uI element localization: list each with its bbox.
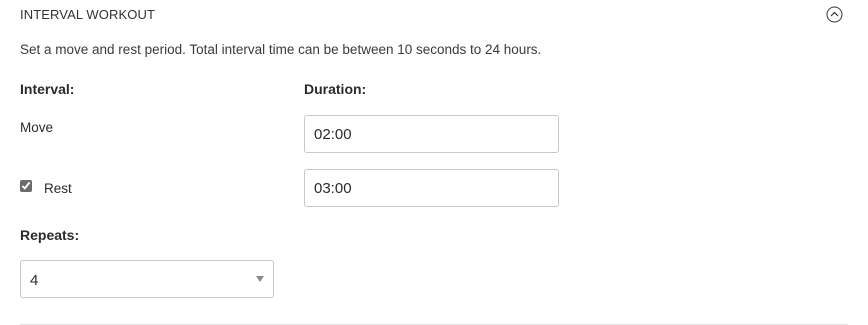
move-label: Move (20, 120, 54, 135)
description-text: Set a move and rest period. Total interv… (20, 42, 542, 57)
repeats-heading: Repeats: (20, 227, 80, 243)
repeats-value: 4 (30, 272, 39, 289)
section-title: INTERVAL WORKOUT (20, 7, 155, 22)
rest-checkbox[interactable] (20, 180, 32, 192)
dropdown-arrow-icon (256, 276, 264, 282)
duration-heading: Duration: (304, 81, 367, 97)
interval-heading: Interval: (20, 81, 75, 97)
rest-duration-input[interactable] (304, 169, 559, 207)
repeats-select[interactable]: 4 (20, 260, 274, 298)
chevron-up-circle-icon[interactable] (826, 6, 843, 23)
rest-label: Rest (44, 181, 72, 196)
move-duration-input[interactable] (304, 115, 559, 153)
